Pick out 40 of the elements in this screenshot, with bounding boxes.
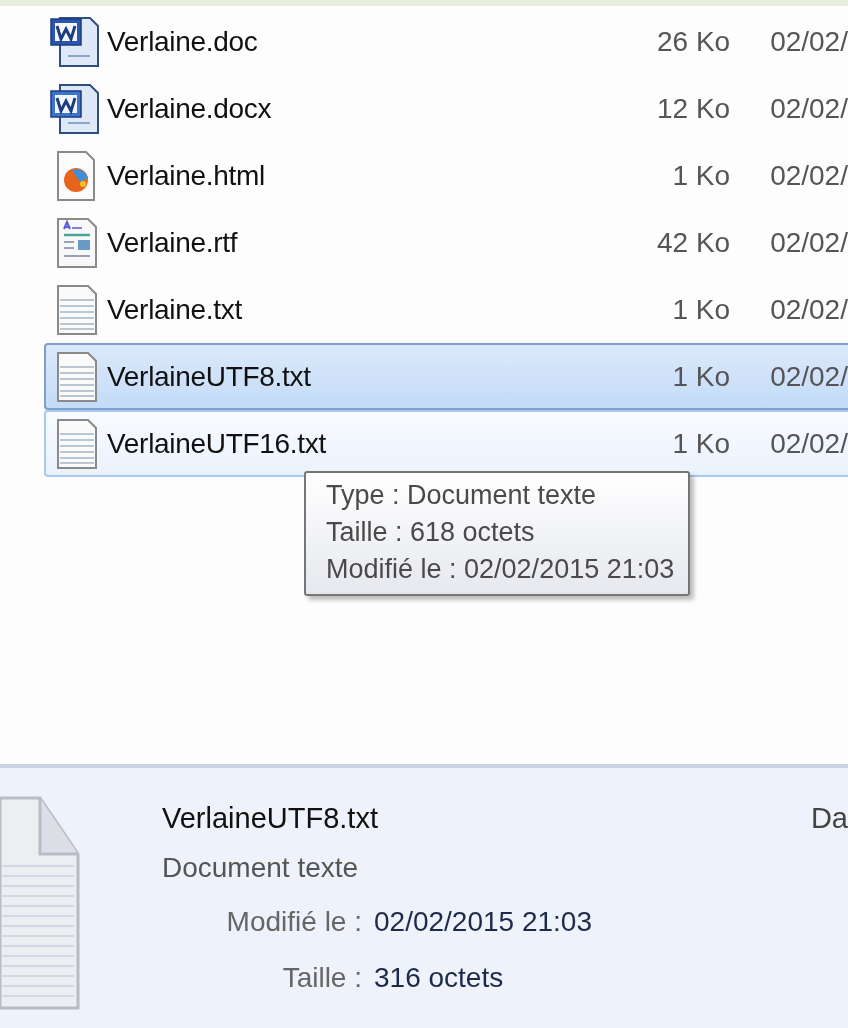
property-value: 316 octets (374, 961, 505, 995)
file-row[interactable]: Verlaine.html 1 Ko 02/02/ (44, 142, 848, 209)
file-name: VerlaineUTF16.txt (107, 427, 327, 460)
file-name: VerlaineUTF8.txt (107, 360, 312, 393)
file-size: 1 Ko (671, 427, 731, 460)
file-size: 42 Ko (655, 226, 731, 259)
word-document-icon (50, 82, 102, 135)
tooltip-line: Type : Document texte (326, 479, 598, 512)
file-row[interactable]: Verlaine.docx 12 Ko 02/02/ (44, 75, 848, 142)
file-row[interactable]: VerlaineUTF8.txt 1 Ko 02/02/ (44, 343, 848, 410)
file-size: 1 Ko (671, 360, 731, 393)
file-row[interactable]: Verlaine.doc 26 Ko 02/02/ (44, 8, 848, 75)
file-name: VerlaineUTF8.txt (162, 801, 378, 836)
file-date: 02/02/ (770, 427, 848, 460)
file-date: 02/02/ (770, 360, 848, 393)
file-name: Verlaine.docx (107, 92, 273, 125)
file-name: Verlaine.txt (107, 293, 243, 326)
file-name: Verlaine.html (107, 159, 266, 192)
file-size: 1 Ko (671, 159, 731, 192)
tooltip-line: Taille : 618 octets (326, 516, 536, 549)
file-type: Document texte (162, 851, 360, 885)
file-date: 02/02/ (770, 226, 848, 259)
file-date: 02/02/ (770, 293, 848, 326)
file-date: 02/02/ (770, 25, 848, 58)
file-row[interactable]: Verlaine.txt 1 Ko 02/02/ (44, 276, 848, 343)
file-row[interactable]: VerlaineUTF16.txt 1 Ko 02/02/ (44, 410, 848, 477)
file-name: Verlaine.rtf (107, 226, 239, 259)
word-document-icon (50, 15, 102, 68)
file-date: 02/02/ (770, 159, 848, 192)
file-size: 1 Ko (671, 293, 731, 326)
property-label: Da (810, 801, 848, 836)
property-label: Modifié le : (225, 905, 362, 939)
file-row[interactable]: Verlaine.rtf 42 Ko 02/02/ (44, 209, 848, 276)
file-size: 12 Ko (655, 92, 731, 125)
file-size: 26 Ko (655, 25, 731, 58)
property-value: 02/02/2015 21:03 (374, 905, 592, 939)
file-date: 02/02/ (770, 92, 848, 125)
tooltip-line: Modifié le : 02/02/2015 21:03 (326, 553, 675, 586)
property-label: Taille : (281, 961, 362, 995)
file-name: Verlaine.doc (107, 25, 259, 58)
